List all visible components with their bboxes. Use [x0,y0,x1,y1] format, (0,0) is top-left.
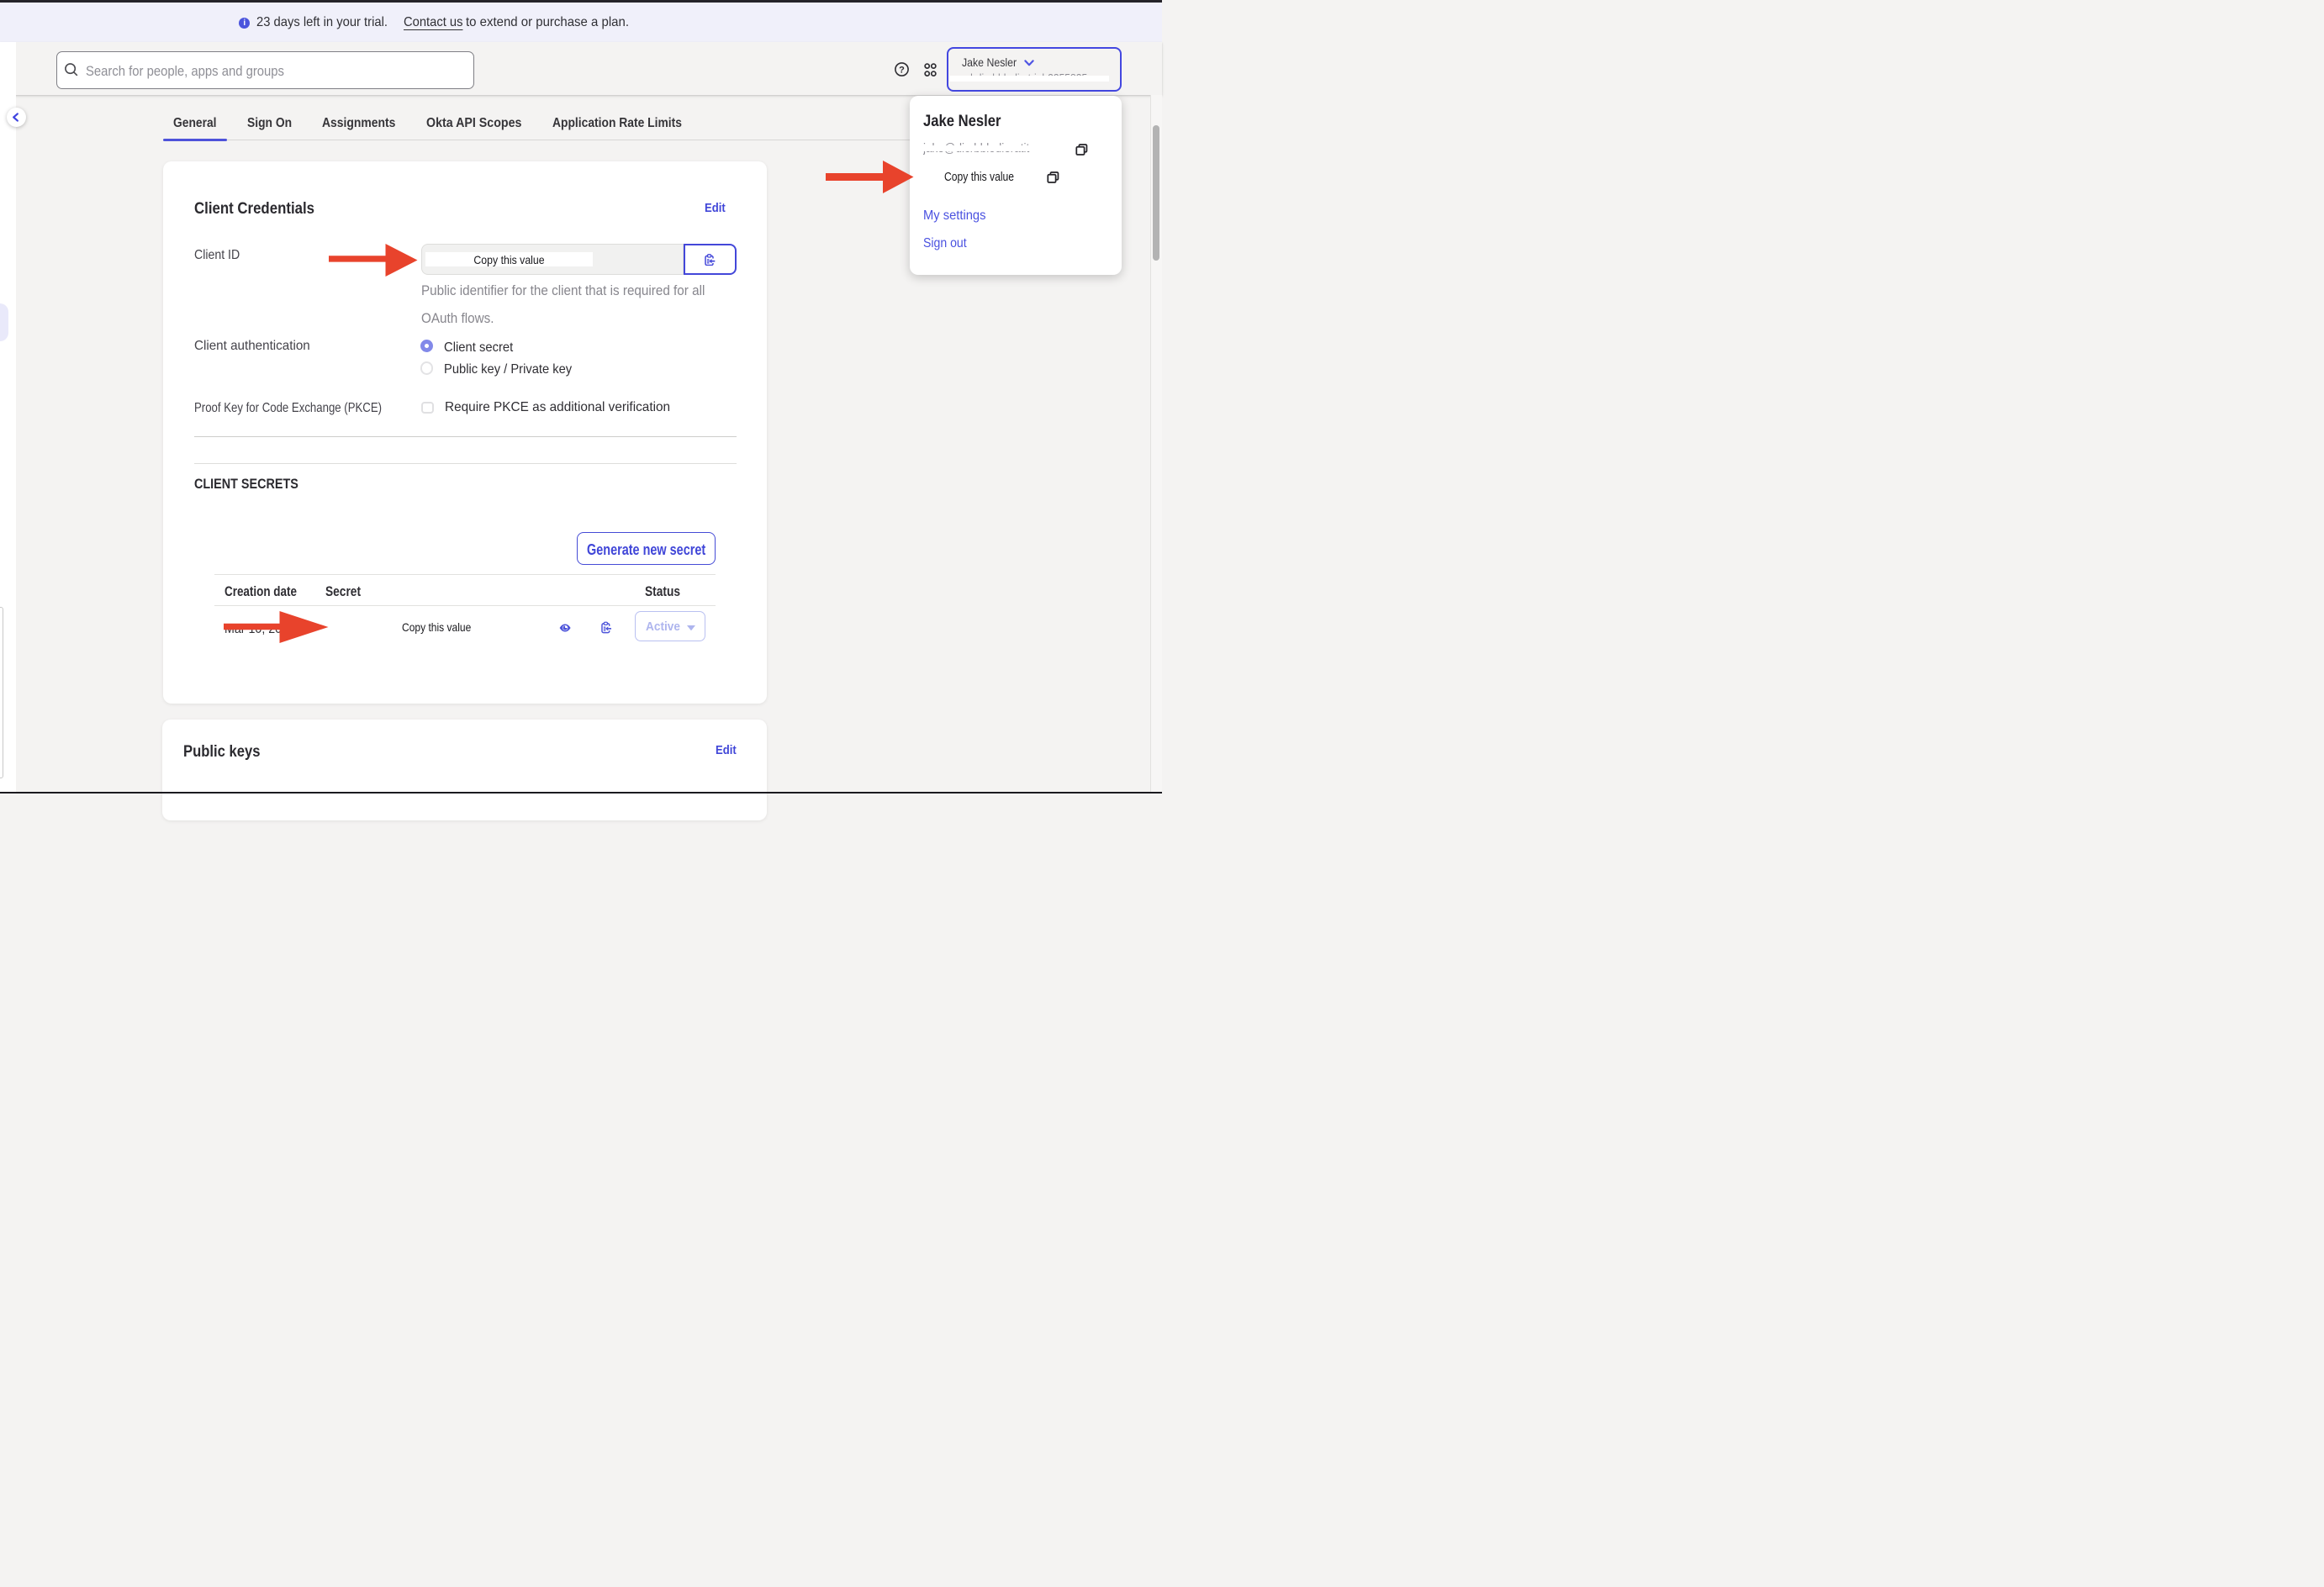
svg-text:?: ? [899,66,905,76]
